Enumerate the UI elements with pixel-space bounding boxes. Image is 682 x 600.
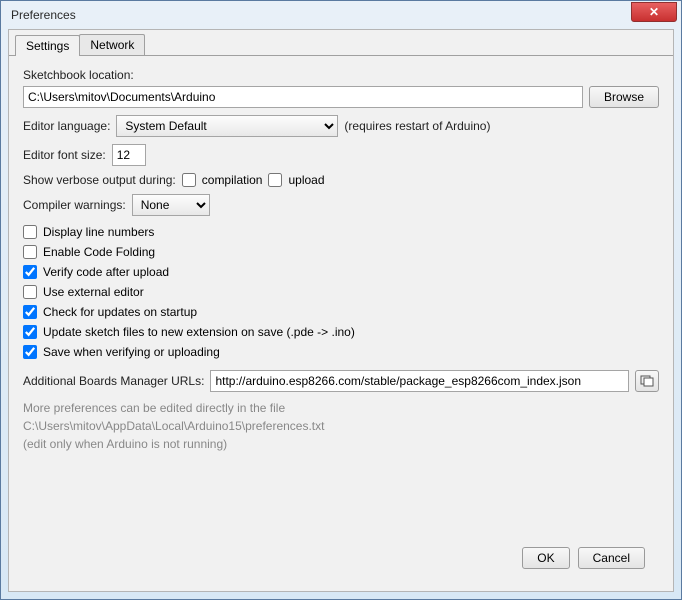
window-icon [640, 375, 654, 387]
code-folding-label: Enable Code Folding [43, 245, 155, 259]
tab-network[interactable]: Network [79, 34, 145, 55]
verify-upload-label: Verify code after upload [43, 265, 169, 279]
verify-upload-checkbox[interactable] [23, 265, 37, 279]
note-line1: More preferences can be edited directly … [23, 401, 659, 415]
save-verify-label: Save when verifying or uploading [43, 345, 220, 359]
note-line3: (edit only when Arduino is not running) [23, 437, 659, 451]
compilation-checkbox[interactable] [182, 173, 196, 187]
check-updates-label: Check for updates on startup [43, 305, 197, 319]
ok-button[interactable]: OK [522, 547, 569, 569]
warnings-row: Compiler warnings: None [23, 194, 659, 216]
language-label: Editor language: [23, 119, 110, 133]
external-editor-label: Use external editor [43, 285, 144, 299]
compilation-label: compilation [202, 173, 263, 187]
upload-checkbox[interactable] [268, 173, 282, 187]
check-updates-checkbox[interactable] [23, 305, 37, 319]
titlebar: Preferences ✕ [1, 1, 681, 29]
line-numbers-label: Display line numbers [43, 225, 154, 239]
cancel-button[interactable]: Cancel [578, 547, 645, 569]
close-icon: ✕ [649, 5, 659, 19]
fontsize-row: Editor font size: [23, 144, 659, 166]
language-row: Editor language: System Default (require… [23, 115, 659, 137]
verbose-row: Show verbose output during: compilation … [23, 173, 659, 187]
note-line2: C:\Users\mitov\AppData\Local\Arduino15\p… [23, 419, 659, 433]
close-button[interactable]: ✕ [631, 2, 677, 22]
preferences-window: Preferences ✕ Settings Network Sketchboo… [0, 0, 682, 600]
notes-block: More preferences can be edited directly … [23, 401, 659, 451]
sketchbook-location-group: Sketchbook location: Browse [23, 68, 659, 108]
sketchbook-input[interactable] [23, 86, 583, 108]
language-select[interactable]: System Default [116, 115, 338, 137]
fontsize-input[interactable] [112, 144, 146, 166]
upload-label: upload [288, 173, 324, 187]
language-hint: (requires restart of Arduino) [344, 119, 490, 133]
window-title: Preferences [11, 8, 631, 22]
content-area: Settings Network Sketchbook location: Br… [8, 29, 674, 592]
update-sketch-checkbox[interactable] [23, 325, 37, 339]
save-verify-checkbox[interactable] [23, 345, 37, 359]
boards-expand-button[interactable] [635, 370, 659, 392]
boards-label: Additional Boards Manager URLs: [23, 374, 204, 388]
update-sketch-label: Update sketch files to new extension on … [43, 325, 355, 339]
dialog-footer: OK Cancel [23, 537, 659, 579]
options-list: Display line numbers Enable Code Folding… [23, 225, 659, 359]
tab-strip: Settings Network [9, 34, 673, 55]
verbose-label: Show verbose output during: [23, 173, 176, 187]
line-numbers-checkbox[interactable] [23, 225, 37, 239]
code-folding-checkbox[interactable] [23, 245, 37, 259]
tab-settings[interactable]: Settings [15, 35, 80, 56]
boards-input[interactable] [210, 370, 629, 392]
settings-panel: Sketchbook location: Browse Editor langu… [9, 55, 673, 591]
warnings-select[interactable]: None [132, 194, 210, 216]
sketchbook-label: Sketchbook location: [23, 68, 659, 82]
boards-row: Additional Boards Manager URLs: [23, 370, 659, 392]
warnings-label: Compiler warnings: [23, 198, 126, 212]
external-editor-checkbox[interactable] [23, 285, 37, 299]
browse-button[interactable]: Browse [589, 86, 659, 108]
fontsize-label: Editor font size: [23, 148, 106, 162]
